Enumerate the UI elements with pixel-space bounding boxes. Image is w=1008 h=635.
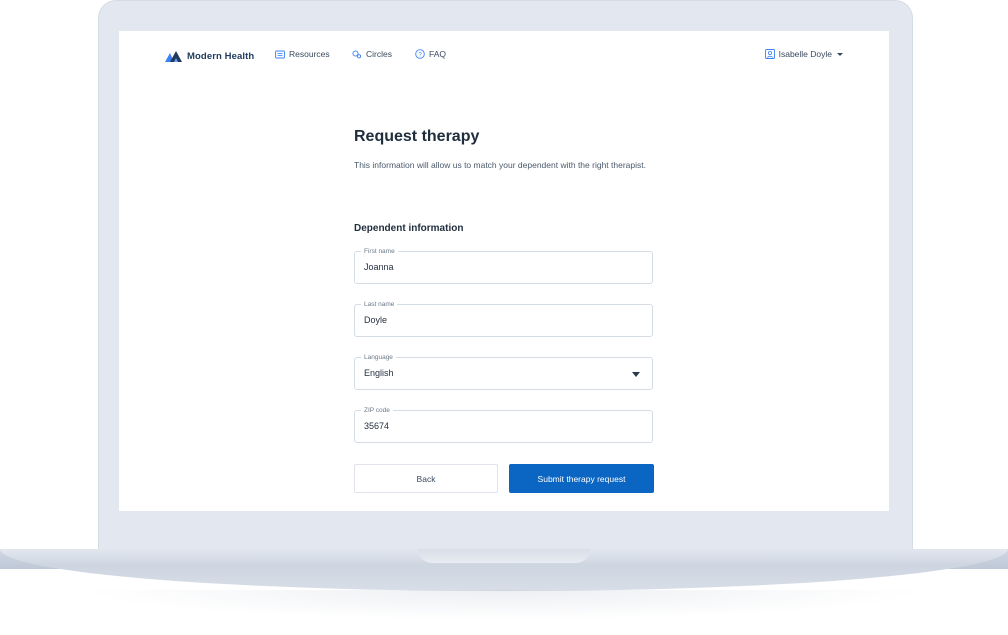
first-name-label: First name bbox=[361, 247, 398, 256]
nav-link-label: Resources bbox=[289, 49, 330, 59]
top-nav: Modern Health Resources Circles ? FAQ Is… bbox=[119, 31, 889, 79]
submit-therapy-request-button[interactable]: Submit therapy request bbox=[509, 464, 654, 493]
page-title: Request therapy bbox=[354, 128, 480, 145]
last-name-field[interactable]: Last name Doyle bbox=[354, 300, 653, 337]
nav-link-label: FAQ bbox=[429, 49, 447, 59]
dropdown-arrow-icon[interactable] bbox=[632, 372, 640, 377]
language-select[interactable]: Language English bbox=[354, 353, 653, 390]
zip-code-field[interactable]: ZIP code 35674 bbox=[354, 406, 653, 443]
user-icon bbox=[764, 49, 775, 59]
zip-code-value: 35674 bbox=[364, 421, 390, 431]
user-name: Isabelle Doyle bbox=[778, 49, 832, 59]
back-button[interactable]: Back bbox=[354, 464, 498, 493]
last-name-label: Last name bbox=[361, 300, 398, 309]
brand-logo[interactable]: Modern Health bbox=[165, 48, 254, 64]
brand-name: Modern Health bbox=[187, 50, 255, 62]
language-value: English bbox=[364, 368, 394, 378]
first-name-value: Joanna bbox=[364, 262, 394, 272]
laptop-notch bbox=[418, 549, 590, 563]
section-title: Dependent information bbox=[354, 223, 464, 234]
page-description: This information will allow us to match … bbox=[354, 160, 646, 170]
nav-link-circles[interactable]: Circles bbox=[352, 49, 392, 59]
nav-link-resources[interactable]: Resources bbox=[275, 49, 330, 59]
nav-link-label: Circles bbox=[366, 49, 392, 59]
nav-link-faq[interactable]: ? FAQ bbox=[415, 49, 446, 59]
svg-text:?: ? bbox=[418, 51, 422, 58]
app-screen: Modern Health Resources Circles ? FAQ Is… bbox=[119, 31, 889, 511]
first-name-field[interactable]: First name Joanna bbox=[354, 247, 653, 284]
mountain-logo-icon bbox=[165, 51, 182, 62]
laptop-shadow bbox=[80, 590, 928, 620]
book-icon bbox=[275, 50, 285, 58]
language-label: Language bbox=[361, 353, 396, 362]
question-circle-icon: ? bbox=[415, 49, 425, 59]
zip-code-label: ZIP code bbox=[361, 406, 393, 415]
chevron-down-icon bbox=[837, 52, 843, 56]
circles-icon bbox=[352, 49, 362, 58]
user-menu[interactable]: Isabelle Doyle bbox=[764, 49, 843, 59]
last-name-value: Doyle bbox=[364, 315, 388, 325]
